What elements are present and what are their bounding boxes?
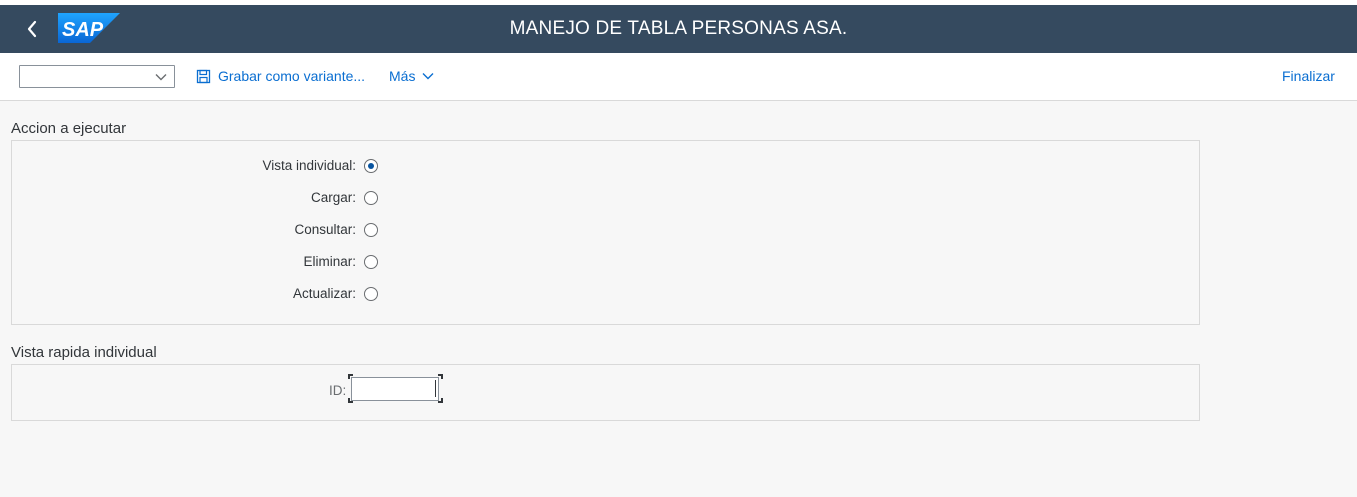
focus-bracket bbox=[348, 398, 353, 403]
radio-label: Consultar: bbox=[294, 222, 356, 237]
radio-label: Cargar: bbox=[310, 190, 356, 205]
radio-label: Actualizar: bbox=[292, 286, 356, 301]
finish-button[interactable]: Finalizar bbox=[1282, 68, 1335, 84]
radio-label: Vista individual: bbox=[262, 158, 356, 173]
radio-option-cargar[interactable]: Cargar: bbox=[12, 188, 392, 208]
save-icon bbox=[196, 69, 211, 83]
shell-bar: SAP MANEJO DE TABLA PERSONAS ASA. bbox=[0, 0, 1357, 53]
radio-option-consultar[interactable]: Consultar: bbox=[12, 220, 392, 240]
radio-option-eliminar[interactable]: Eliminar: bbox=[12, 252, 392, 272]
id-input[interactable] bbox=[351, 377, 439, 401]
focus-bracket bbox=[438, 374, 443, 379]
id-label: ID: bbox=[329, 383, 347, 398]
radio-button[interactable] bbox=[364, 287, 378, 301]
section-title-quick-view: Vista rapida individual bbox=[11, 344, 157, 361]
section-title-action: Accion a ejecutar bbox=[11, 120, 127, 137]
more-label: Más bbox=[389, 68, 416, 84]
quick-view-panel bbox=[11, 364, 1200, 421]
radio-button[interactable] bbox=[364, 191, 378, 205]
chevron-down-icon bbox=[155, 74, 167, 81]
page-title: MANEJO DE TABLA PERSONAS ASA. bbox=[509, 18, 848, 39]
text-cursor bbox=[435, 380, 436, 397]
radio-option-vista-individual[interactable]: Vista individual: bbox=[12, 156, 392, 176]
toolbar: Grabar como variante... Más Finalizar bbox=[0, 53, 1357, 101]
save-as-variant-button[interactable]: Grabar como variante... bbox=[196, 68, 365, 84]
radio-button[interactable] bbox=[364, 223, 378, 237]
save-as-variant-label: Grabar como variante... bbox=[218, 68, 366, 84]
radio-option-actualizar[interactable]: Actualizar: bbox=[12, 284, 392, 304]
focus-bracket bbox=[438, 398, 443, 403]
action-panel: Vista individual: Cargar: Consultar: Eli… bbox=[11, 140, 1200, 325]
variant-select[interactable] bbox=[19, 65, 175, 88]
more-menu-button[interactable]: Más bbox=[389, 68, 435, 84]
radio-label: Eliminar: bbox=[303, 254, 356, 269]
radio-button[interactable] bbox=[364, 159, 378, 173]
focus-bracket bbox=[348, 374, 353, 379]
radio-button[interactable] bbox=[364, 255, 378, 269]
chevron-down-icon bbox=[422, 73, 434, 80]
